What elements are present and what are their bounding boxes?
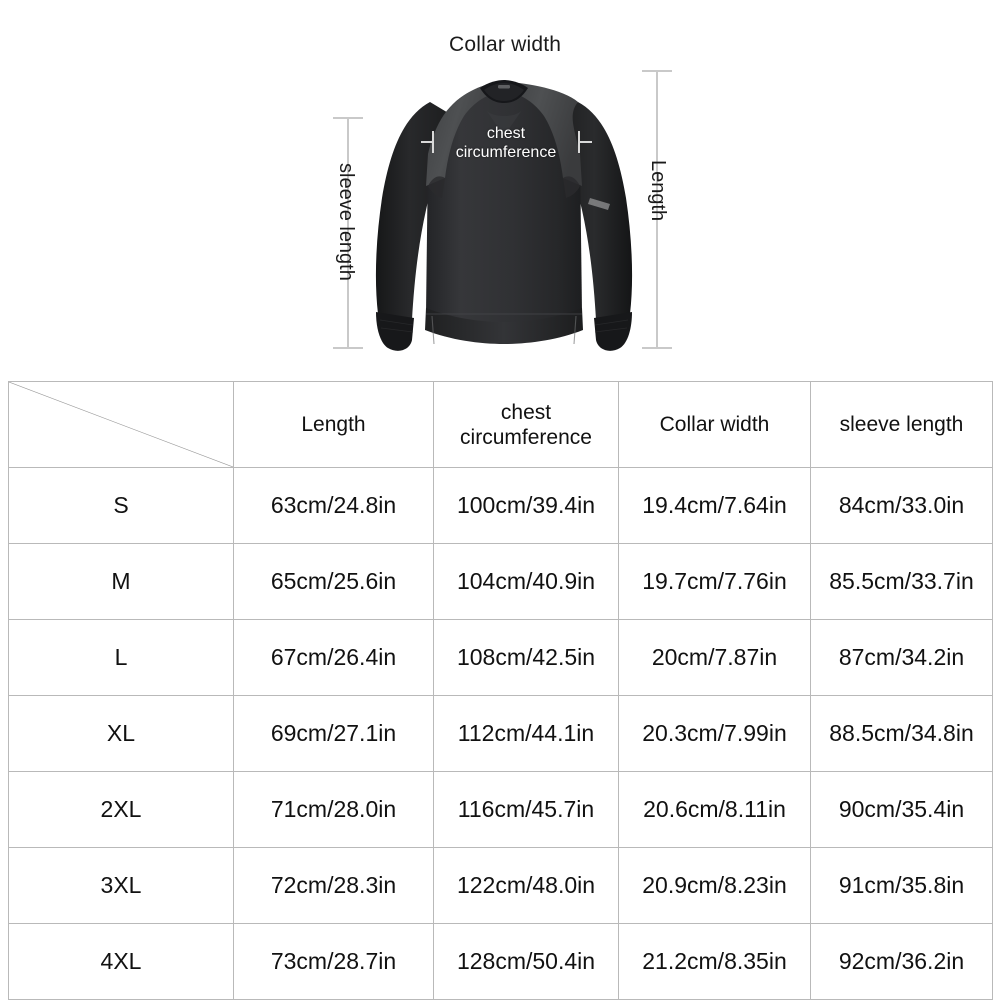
sweatshirt-illustration bbox=[375, 80, 633, 351]
header-chest-line-2: circumference bbox=[460, 425, 592, 449]
table-body: S 63cm/24.8in 100cm/39.4in 19.4cm/7.64in 84c… bbox=[8, 467, 993, 1000]
sleeve-cell: 90cm/35.4in bbox=[810, 771, 993, 848]
chest-cell: 122cm/48.0in bbox=[433, 847, 619, 924]
header-sleeve-length: sleeve length bbox=[810, 381, 993, 468]
length-cell: 67cm/26.4in bbox=[233, 619, 434, 696]
header-length: Length bbox=[233, 381, 434, 468]
chest-cell: 116cm/45.7in bbox=[433, 771, 619, 848]
corner-diagonal-line bbox=[9, 382, 233, 467]
chest-annotation-line-2: circumference bbox=[455, 144, 557, 161]
sleeve-cell: 84cm/33.0in bbox=[810, 467, 993, 544]
collar-cell: 20.3cm/7.99in bbox=[618, 695, 811, 772]
sleeve-length-annotation-label: sleeve length bbox=[335, 163, 357, 281]
length-cell: 72cm/28.3in bbox=[233, 847, 434, 924]
chest-cell: 128cm/50.4in bbox=[433, 923, 619, 1000]
table-row: S 63cm/24.8in 100cm/39.4in 19.4cm/7.64in 84c… bbox=[8, 467, 993, 544]
collar-cell: 21.2cm/8.35in bbox=[618, 923, 811, 1000]
table-row: M 65cm/25.6in 104cm/40.9in 19.7cm/7.76in 85.… bbox=[8, 543, 993, 620]
length-tick-bottom bbox=[642, 347, 672, 349]
collar-cell: 19.4cm/7.64in bbox=[618, 467, 811, 544]
sleeve-cell: 87cm/34.2in bbox=[810, 619, 993, 696]
sleeve-cell: 92cm/36.2in bbox=[810, 923, 993, 1000]
header-chest-line-1: chest bbox=[500, 400, 552, 424]
chest-cell: 104cm/40.9in bbox=[433, 543, 619, 620]
garment-illustration: Collar width chest circumference sleeve … bbox=[0, 0, 1000, 380]
sleeve-cell: 88.5cm/34.8in bbox=[810, 695, 993, 772]
table-corner-cell bbox=[8, 381, 234, 468]
size-label-cell: S bbox=[8, 467, 234, 544]
chest-measure-cap-left bbox=[421, 141, 434, 143]
collar-cell: 19.7cm/7.76in bbox=[618, 543, 811, 620]
table-row: L 67cm/26.4in 108cm/42.5in 20cm/7.87in 87cm/… bbox=[8, 619, 993, 696]
length-cell: 65cm/25.6in bbox=[233, 543, 434, 620]
chest-cell: 112cm/44.1in bbox=[433, 695, 619, 772]
chest-circumference-annotation: chest circumference bbox=[440, 124, 572, 162]
size-chart-page: Collar width chest circumference sleeve … bbox=[0, 0, 1000, 1000]
table-row: 2XL 71cm/28.0in 116cm/45.7in 20.6cm/8.11in 9… bbox=[8, 771, 993, 848]
table-row: XL 69cm/27.1in 112cm/44.1in 20.3cm/7.99in 88… bbox=[8, 695, 993, 772]
length-cell: 71cm/28.0in bbox=[233, 771, 434, 848]
size-label-cell: L bbox=[8, 619, 234, 696]
length-tick-top bbox=[642, 70, 672, 72]
length-annotation-label: Length bbox=[647, 160, 669, 222]
table-header: Length chest circumference Collar width … bbox=[8, 381, 993, 468]
size-label-cell: M bbox=[8, 543, 234, 620]
header-collar-width: Collar width bbox=[618, 381, 811, 468]
sleeve-cell: 85.5cm/33.7in bbox=[810, 543, 993, 620]
collar-cell: 20.9cm/8.23in bbox=[618, 847, 811, 924]
length-cell: 73cm/28.7in bbox=[233, 923, 434, 1000]
chest-measure-cap-right bbox=[579, 141, 592, 143]
collar-cell: 20.6cm/8.11in bbox=[618, 771, 811, 848]
header-chest-circumference: chest circumference bbox=[433, 381, 619, 468]
size-label-cell: XL bbox=[8, 695, 234, 772]
collar-cell: 20cm/7.87in bbox=[618, 619, 811, 696]
collar-width-annotation-label: Collar width bbox=[449, 33, 562, 56]
length-cell: 63cm/24.8in bbox=[233, 467, 434, 544]
sleeve-length-tick-top bbox=[333, 117, 363, 119]
size-label-cell: 2XL bbox=[8, 771, 234, 848]
size-chart-table: Length chest circumference Collar width … bbox=[8, 381, 993, 1000]
chest-cell: 108cm/42.5in bbox=[433, 619, 619, 696]
chest-cell: 100cm/39.4in bbox=[433, 467, 619, 544]
table-row: 3XL 72cm/28.3in 122cm/48.0in 20.9cm/8.23in 9… bbox=[8, 847, 993, 924]
sleeve-length-tick-bottom bbox=[333, 347, 363, 349]
header-row: Length chest circumference Collar width … bbox=[8, 381, 993, 468]
size-label-cell: 3XL bbox=[8, 847, 234, 924]
size-label-cell: 4XL bbox=[8, 923, 234, 1000]
length-cell: 69cm/27.1in bbox=[233, 695, 434, 772]
chest-annotation-line-1: chest bbox=[486, 125, 526, 142]
table-row: 4XL 73cm/28.7in 128cm/50.4in 21.2cm/8.35in 9… bbox=[8, 923, 993, 1000]
sleeve-cell: 91cm/35.8in bbox=[810, 847, 993, 924]
